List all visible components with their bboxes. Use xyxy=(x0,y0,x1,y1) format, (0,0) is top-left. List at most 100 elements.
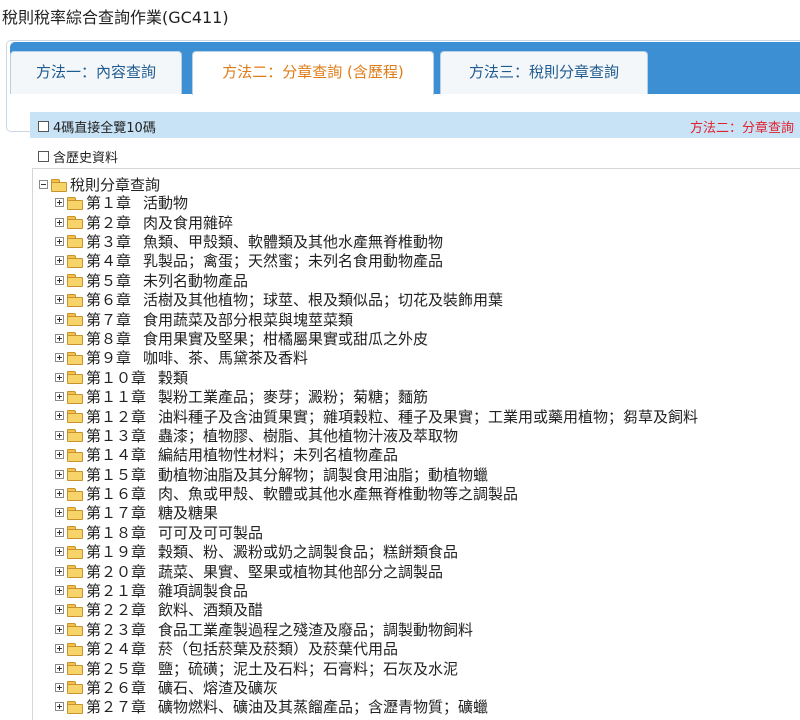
tree-item-chapter[interactable]: 第２０章 蔬菜、果實、堅果或植物其他部分之調製品 xyxy=(55,561,698,581)
tree-item-chapter[interactable]: 第２６章 礦石、熔渣及礦灰 xyxy=(55,678,698,697)
chapter-number: 第４章 xyxy=(86,252,132,271)
tree-item-chapter[interactable]: 第３章 魚類、甲殼類、軟體類及其他水產無脊椎動物 xyxy=(55,232,698,251)
tree-item-chapter[interactable]: 第１３章 蟲漆；植物膠、樹脂、其他植物汁液及萃取物 xyxy=(55,426,698,445)
expand-icon[interactable] xyxy=(55,314,64,324)
chapter-name: 食用蔬菜及部分根菜與塊莖菜類 xyxy=(143,310,354,329)
chapter-list: 第１章 活動物 第２章 肉及食用雜碎 第３章 魚類、甲殼類、軟體類及其他水產無脊椎動物 第４… xyxy=(55,193,698,717)
collapse-icon[interactable] xyxy=(39,180,48,189)
tree-item-chapter[interactable]: 第１８章 可可及可可製品 xyxy=(55,523,698,542)
tree-item-chapter[interactable]: 第２章 肉及食用雜碎 xyxy=(55,212,698,232)
expand-icon[interactable] xyxy=(55,450,64,460)
chapter-number: 第６章 xyxy=(86,291,132,310)
history-checkbox[interactable] xyxy=(38,151,49,162)
tree-item-chapter[interactable]: 第２２章 飲料、酒類及醋 xyxy=(55,600,698,619)
expand-icon[interactable] xyxy=(55,682,64,692)
tab-content-search[interactable]: 方法一：內容查詢 xyxy=(10,51,182,94)
chapter-number: 第５章 xyxy=(86,271,132,290)
chapter-number: 第９章 xyxy=(86,349,132,368)
tree-item-chapter[interactable]: 第２１章 雜項調製食品 xyxy=(55,581,698,600)
tree-item-chapter[interactable]: 第２３章 食品工業產製過程之殘渣及廢品；調製動物飼料 xyxy=(55,620,698,639)
expand-icon[interactable] xyxy=(55,489,64,499)
chapter-number: 第２６章 xyxy=(86,678,147,697)
expand-icon[interactable] xyxy=(55,547,64,557)
folder-icon xyxy=(67,274,83,288)
chapter-name: 未列名動物產品 xyxy=(143,271,249,290)
folder-icon xyxy=(67,235,83,249)
tab-chapter-search-history[interactable]: 方法二：分章查詢 (含歷程) xyxy=(192,51,434,95)
tree-item-chapter[interactable]: 第１５章 動植物油脂及其分解物；調製食用油脂；動植物蠟 xyxy=(55,464,698,484)
expand-icon[interactable] xyxy=(55,508,64,518)
chapter-name: 動植物油脂及其分解物；調製食用油脂；動植物蠟 xyxy=(158,465,489,484)
tree-item-chapter[interactable]: 第７章 食用蔬菜及部分根菜與塊莖菜類 xyxy=(55,309,698,329)
expand-icon[interactable] xyxy=(55,236,64,246)
chapter-number: 第１１章 xyxy=(86,388,147,407)
expand-icon[interactable] xyxy=(55,702,64,712)
chapter-name: 蔬菜、果實、堅果或植物其他部分之調製品 xyxy=(158,562,444,581)
page-title: 稅則稅率綜合查詢作業(GC411) xyxy=(2,8,229,27)
expand-icon[interactable] xyxy=(55,275,64,285)
chapter-name: 可可及可可製品 xyxy=(158,523,264,542)
expand-icon[interactable] xyxy=(55,411,64,421)
expand-icon[interactable] xyxy=(55,430,64,440)
tree-item-chapter[interactable]: 第９章 咖啡、茶、馬黛茶及香料 xyxy=(55,348,698,367)
tree-item-chapter[interactable]: 第１０章 穀類 xyxy=(55,368,698,387)
full-view-label: 4碼直接全覽10碼 xyxy=(53,121,156,136)
chapter-number: 第１３章 xyxy=(86,426,147,445)
chapter-number: 第１６章 xyxy=(86,485,147,504)
expand-icon[interactable] xyxy=(55,392,64,402)
expand-icon[interactable] xyxy=(55,469,64,479)
chapter-name: 飲料、酒類及醋 xyxy=(158,601,264,620)
expand-icon[interactable] xyxy=(55,586,64,595)
expand-icon[interactable] xyxy=(55,353,64,363)
chapter-tree: 稅則分章查詢 第１章 活動物 第２章 肉及食用雜碎 第３章 魚類、甲殼類、軟體類及其他水產… xyxy=(32,168,800,720)
folder-icon xyxy=(67,216,83,230)
tree-item-chapter[interactable]: 第２４章 菸（包括菸葉及菸類）及菸葉代用品 xyxy=(55,639,698,658)
tree-item-chapter[interactable]: 第２５章 鹽；硫磺；泥土及石料；石膏料；石灰及水泥 xyxy=(55,658,698,678)
tab-bar: 方法一：內容查詢 方法二：分章查詢 (含歷程) 方法三：稅則分章查詢 xyxy=(10,42,800,95)
expand-icon[interactable] xyxy=(55,256,64,266)
expand-icon[interactable] xyxy=(55,372,64,382)
folder-icon xyxy=(67,700,83,714)
tree-item-chapter[interactable]: 第１章 活動物 xyxy=(55,193,698,212)
expand-icon[interactable] xyxy=(55,295,64,305)
chapter-number: 第１７章 xyxy=(86,504,147,523)
expand-icon[interactable] xyxy=(55,566,64,576)
tree-item-chapter[interactable]: 第６章 活樹及其他植物；球莖、根及類似品；切花及裝飾用葉 xyxy=(55,290,698,309)
expand-icon[interactable] xyxy=(55,624,64,634)
chapter-name: 鹽；硫磺；泥土及石料；石膏料；石灰及水泥 xyxy=(158,659,459,678)
tree-item-chapter[interactable]: 第１９章 穀類、粉、澱粉或奶之調製食品；糕餅類食品 xyxy=(55,542,698,561)
expand-icon[interactable] xyxy=(55,663,64,673)
chapter-name: 製粉工業產品；麥芽；澱粉；菊糖；麵筋 xyxy=(158,388,429,407)
full-view-option[interactable]: 4碼直接全覽10碼 xyxy=(38,117,156,136)
expand-icon[interactable] xyxy=(55,198,64,208)
expand-icon[interactable] xyxy=(55,644,64,654)
chapter-name: 食用果實及堅果；柑橘屬果實或甜瓜之外皮 xyxy=(143,329,429,348)
history-option[interactable]: 含歷史資料 xyxy=(38,147,118,166)
chapter-name: 菸（包括菸葉及菸類）及菸葉代用品 xyxy=(158,640,399,659)
tab-tariff-chapter-search[interactable]: 方法三：稅則分章查詢 xyxy=(440,51,648,94)
folder-icon xyxy=(67,584,83,598)
tree-item-chapter[interactable]: 第８章 食用果實及堅果；柑橘屬果實或甜瓜之外皮 xyxy=(55,329,698,348)
expand-icon[interactable] xyxy=(55,333,64,343)
tree-item-chapter[interactable]: 第１６章 肉、魚或甲殼、軟體或其他水產無脊椎動物等之調製品 xyxy=(55,484,698,503)
header-strip: 4碼直接全覽10碼 方法二：分章查詢 xyxy=(30,112,800,138)
tree-item-chapter[interactable]: 第５章 未列名動物產品 xyxy=(55,271,698,290)
folder-icon xyxy=(67,351,83,365)
folder-icon xyxy=(67,293,83,307)
expand-icon[interactable] xyxy=(55,527,64,537)
chapter-name: 編結用植物性材料；未列名植物產品 xyxy=(158,446,399,465)
tree-item-chapter[interactable]: 第１２章 油料種子及含油質果實；雜項穀粒、種子及果實；工業用或藥用植物；芻草及飼料 xyxy=(55,406,698,426)
full-view-checkbox[interactable] xyxy=(38,121,49,132)
tree-item-chapter[interactable]: 第１４章 編結用植物性材料；未列名植物產品 xyxy=(55,445,698,464)
chapter-number: 第１９章 xyxy=(86,543,147,562)
tree-item-chapter[interactable]: 第１７章 糖及糖果 xyxy=(55,503,698,522)
expand-icon[interactable] xyxy=(55,217,64,227)
expand-icon[interactable] xyxy=(55,605,64,615)
folder-icon xyxy=(67,468,83,482)
folder-icon xyxy=(67,662,83,676)
folder-icon xyxy=(67,409,83,423)
tree-item-chapter[interactable]: 第２７章 礦物燃料、礦油及其蒸餾產品；含瀝青物質；礦蠟 xyxy=(55,697,698,716)
tree-item-chapter[interactable]: 第１１章 製粉工業產品；麥芽；澱粉；菊糖；麵筋 xyxy=(55,387,698,406)
tree-item-chapter[interactable]: 第４章 乳製品；禽蛋；天然蜜；未列名食用動物產品 xyxy=(55,251,698,270)
chapter-name: 蟲漆；植物膠、樹脂、其他植物汁液及萃取物 xyxy=(158,426,459,445)
